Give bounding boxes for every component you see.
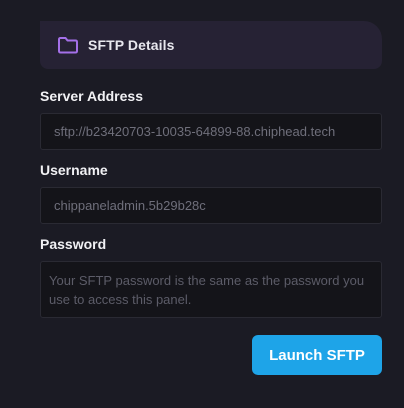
server-address-label: Server Address (40, 88, 143, 104)
server-address-field[interactable]: sftp://b23420703-10035-64899-88.chiphead… (40, 113, 382, 150)
username-field[interactable]: chippaneladmin.5b29b28c (40, 187, 382, 224)
sftp-details-header: SFTP Details (40, 21, 382, 69)
folder-icon (57, 36, 79, 54)
password-label: Password (40, 236, 107, 252)
launch-sftp-button[interactable]: Launch SFTP (252, 335, 382, 375)
username-label: Username (40, 162, 108, 178)
password-field[interactable]: Your SFTP password is the same as the pa… (40, 261, 382, 318)
header-title: SFTP Details (88, 37, 175, 53)
